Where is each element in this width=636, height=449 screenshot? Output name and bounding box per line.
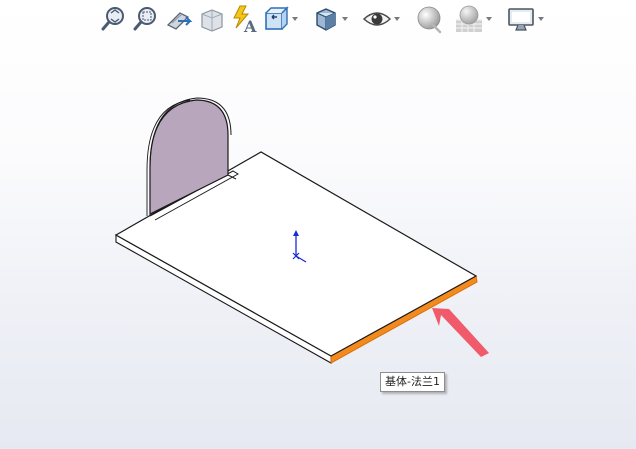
- callout-arrow-icon: [432, 308, 489, 357]
- sheet-metal-model: [114, 97, 489, 364]
- feature-tooltip: 基体-法兰1: [380, 372, 445, 392]
- graphics-area[interactable]: A 基体-法兰1: [0, 0, 636, 449]
